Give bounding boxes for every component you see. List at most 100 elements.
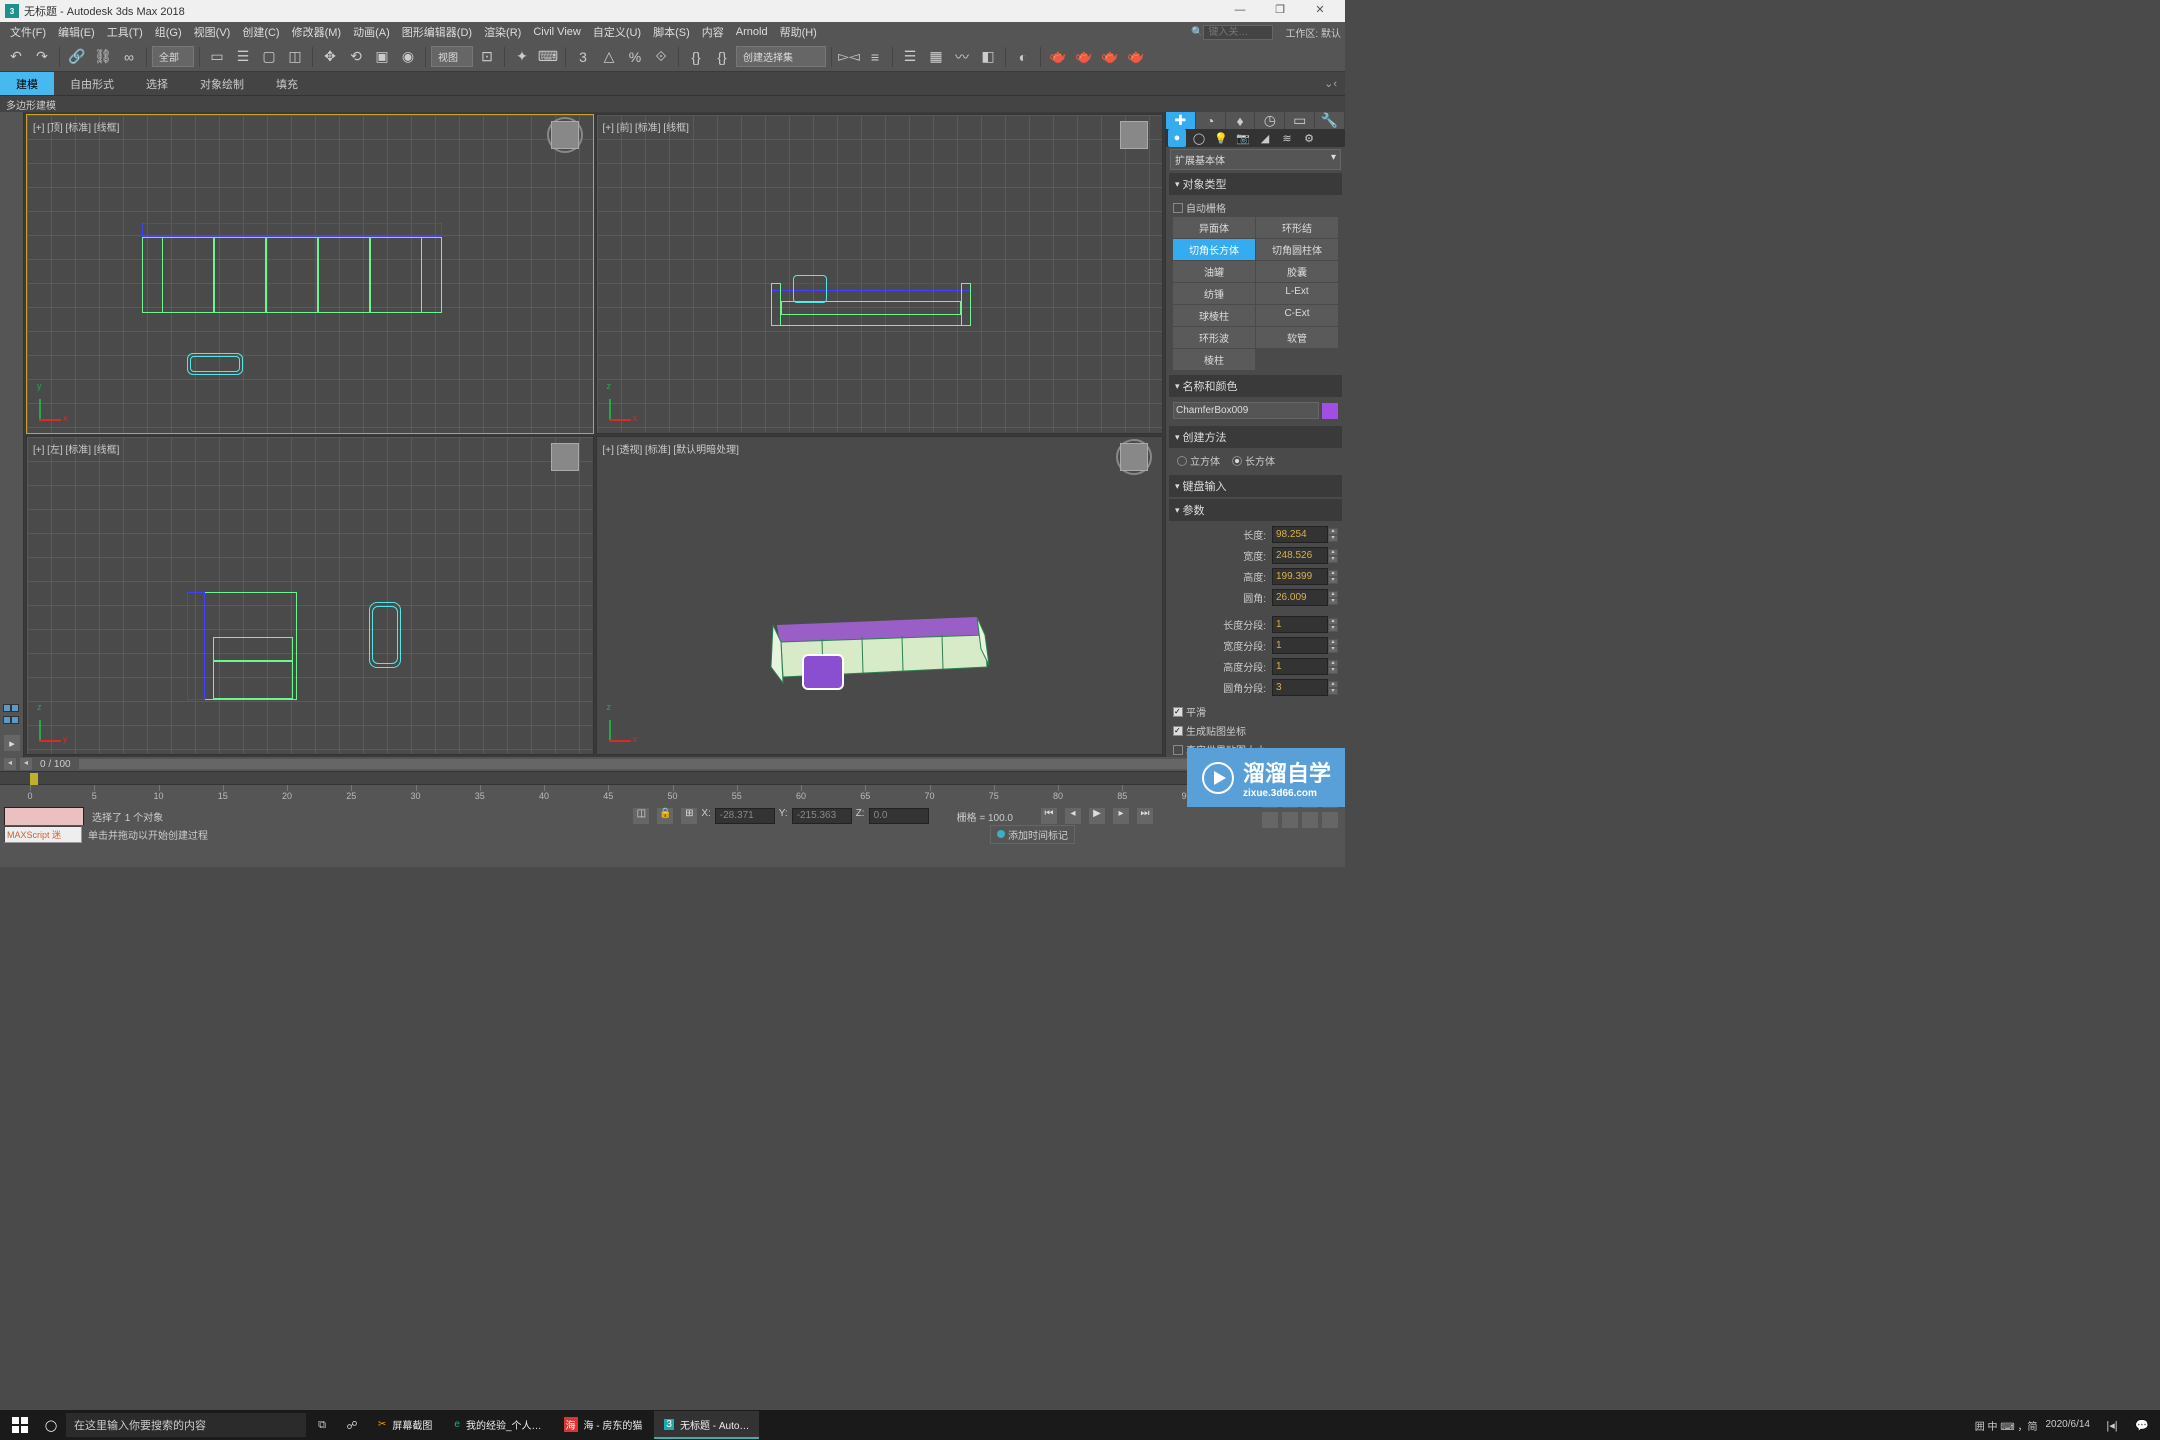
- spinner-buttons[interactable]: ▴▾: [1328, 570, 1338, 584]
- ref-coord-dropdown[interactable]: 视图: [431, 46, 473, 67]
- z-coord-field[interactable]: 0.0: [869, 808, 929, 824]
- ribbon-expand-icon[interactable]: ⌄‹: [1324, 77, 1345, 90]
- lenseg-spinner[interactable]: 1: [1272, 616, 1328, 633]
- menu-views[interactable]: 视图(V): [188, 24, 237, 40]
- fov-icon[interactable]: [1261, 811, 1279, 829]
- bind-icon[interactable]: ∞: [117, 45, 141, 69]
- window-crossing-icon[interactable]: ◫: [283, 45, 307, 69]
- object-color-swatch[interactable]: [1322, 403, 1338, 419]
- rollout-header[interactable]: 参数: [1169, 499, 1342, 521]
- spinner-snap-icon[interactable]: ⟐: [649, 45, 673, 69]
- menu-content[interactable]: 内容: [696, 24, 730, 40]
- tab-hierarchy-icon[interactable]: ♦: [1226, 112, 1256, 129]
- menu-edit[interactable]: 编辑(E): [52, 24, 101, 40]
- y-coord-field[interactable]: -215.363: [792, 808, 852, 824]
- task-screenshot[interactable]: ✂屏幕截图: [368, 1411, 442, 1439]
- tab-display-icon[interactable]: ▭: [1285, 112, 1315, 129]
- lock-selection-icon[interactable]: ◫: [633, 808, 649, 824]
- add-time-tag-button[interactable]: 添加时间标记: [990, 825, 1075, 844]
- undo-icon[interactable]: ↶: [4, 45, 28, 69]
- task-browser[interactable]: e我的经验_个人…: [444, 1411, 551, 1439]
- angle-snap-icon[interactable]: △: [597, 45, 621, 69]
- spinner-buttons[interactable]: ▴▾: [1328, 660, 1338, 674]
- obj-btn-chamferbox[interactable]: 切角长方体: [1173, 239, 1255, 260]
- viewport-front[interactable]: [+] [前] [标准] [线框] zx: [596, 114, 1164, 434]
- viewport-persp-label[interactable]: [+] [透视] [标准] [默认明暗处理]: [603, 441, 739, 456]
- next-frame-icon[interactable]: ▸: [1113, 808, 1129, 824]
- poly-modeling-bar[interactable]: 多边形建模: [0, 96, 1345, 112]
- task-music[interactable]: 海海 - 房东的猫: [554, 1411, 653, 1439]
- rollout-header[interactable]: 创建方法: [1169, 426, 1342, 448]
- sub-spacewarps-icon[interactable]: ≋: [1278, 129, 1296, 147]
- spinner-buttons[interactable]: ▴▾: [1328, 591, 1338, 605]
- status-left-field[interactable]: [4, 807, 84, 826]
- geometry-category-dropdown[interactable]: 扩展基本体▾: [1170, 149, 1341, 170]
- sub-geometry-icon[interactable]: ●: [1168, 129, 1186, 147]
- x-coord-field[interactable]: -28.371: [715, 808, 775, 824]
- menu-help[interactable]: 帮助(H): [774, 24, 823, 40]
- viewcube-icon[interactable]: [1120, 443, 1148, 471]
- select-name-icon[interactable]: ☰: [231, 45, 255, 69]
- menu-file[interactable]: 文件(F): [4, 24, 52, 40]
- menu-modifiers[interactable]: 修改器(M): [286, 24, 348, 40]
- obj-btn-ringwave[interactable]: 环形波: [1173, 327, 1255, 348]
- obj-btn-oiltank[interactable]: 油罐: [1173, 261, 1255, 282]
- viewport-top[interactable]: [+] [顶] [标准] [线框] yx: [26, 114, 594, 434]
- sub-lights-icon[interactable]: 💡: [1212, 129, 1230, 147]
- spinner-buttons[interactable]: ▴▾: [1328, 618, 1338, 632]
- viewcube-icon[interactable]: [551, 121, 579, 149]
- obj-btn-cext[interactable]: C-Ext: [1256, 305, 1338, 326]
- workspace-label[interactable]: 工作区: 默认: [1285, 25, 1341, 40]
- render-setup-icon[interactable]: 🫖: [1046, 45, 1070, 69]
- viewport-layout-icon[interactable]: [3, 703, 19, 727]
- notifications-icon[interactable]: 💬: [2128, 1411, 2156, 1439]
- pivot-icon[interactable]: ⊡: [475, 45, 499, 69]
- menu-create[interactable]: 创建(C): [236, 24, 285, 40]
- ribbon-tab-modeling[interactable]: 建模: [0, 72, 54, 95]
- named-sel-set-icon[interactable]: {}: [684, 45, 708, 69]
- ime-indicator[interactable]: 囲 中 ⌨ ，简: [1975, 1418, 2038, 1433]
- spinner-buttons[interactable]: ▴▾: [1328, 549, 1338, 563]
- menu-customize[interactable]: 自定义(U): [587, 24, 647, 40]
- align-icon[interactable]: ≡: [863, 45, 887, 69]
- obj-btn-spindle[interactable]: 纺锤: [1173, 283, 1255, 304]
- viewport-left-label[interactable]: [+] [左] [标准] [线框]: [33, 441, 119, 456]
- toggle-ribbon-icon[interactable]: ▦: [924, 45, 948, 69]
- task-view-icon[interactable]: ⧉: [308, 1411, 336, 1439]
- sub-shapes-icon[interactable]: ◯: [1190, 129, 1208, 147]
- orbit-icon[interactable]: [1301, 811, 1319, 829]
- manipulate-icon[interactable]: ✦: [510, 45, 534, 69]
- sub-helpers-icon[interactable]: ◢: [1256, 129, 1274, 147]
- task-3dsmax[interactable]: 3无标题 - Auto…: [654, 1411, 759, 1439]
- material-editor-icon[interactable]: ◐: [1011, 45, 1035, 69]
- rollout-header[interactable]: 名称和颜色: [1169, 375, 1342, 397]
- genmap-checkbox[interactable]: 生成贴图坐标: [1173, 721, 1338, 740]
- hgtseg-spinner[interactable]: 1: [1272, 658, 1328, 675]
- obj-btn-prism[interactable]: 棱柱: [1173, 349, 1255, 370]
- render-iterative-icon[interactable]: 🫖: [1124, 45, 1148, 69]
- lock-icon[interactable]: 🔒: [657, 808, 673, 824]
- object-name-input[interactable]: [1173, 402, 1319, 419]
- obj-btn-chamfercyl[interactable]: 切角圆柱体: [1256, 239, 1338, 260]
- spinner-buttons[interactable]: ▴▾: [1328, 528, 1338, 542]
- coord-display-icon[interactable]: ⊞: [681, 808, 697, 824]
- placement-icon[interactable]: ◉: [396, 45, 420, 69]
- filseg-spinner[interactable]: 3: [1272, 679, 1328, 696]
- mirror-icon[interactable]: ▻◅: [837, 45, 861, 69]
- close-button[interactable]: ✕: [1300, 0, 1340, 22]
- curve-editor-icon[interactable]: 〰: [950, 45, 974, 69]
- obj-btn-torusknot[interactable]: 环形结: [1256, 217, 1338, 238]
- widseg-spinner[interactable]: 1: [1272, 637, 1328, 654]
- maximize-button[interactable]: ❐: [1260, 0, 1300, 22]
- scale-icon[interactable]: ▣: [370, 45, 394, 69]
- goto-start-icon[interactable]: ⏮: [1041, 808, 1057, 824]
- select-region-icon[interactable]: ▢: [257, 45, 281, 69]
- maximize-viewport-icon[interactable]: [1321, 811, 1339, 829]
- menu-group[interactable]: 组(G): [149, 24, 188, 40]
- fillet-spinner[interactable]: 26.009: [1272, 589, 1328, 606]
- tab-create-icon[interactable]: ✚: [1166, 112, 1196, 129]
- menu-arnold[interactable]: Arnold: [730, 26, 774, 38]
- unlink-icon[interactable]: ⛓: [91, 45, 115, 69]
- snap-toggle-icon[interactable]: 3: [571, 45, 595, 69]
- prev-frame-icon[interactable]: ◂: [1065, 808, 1081, 824]
